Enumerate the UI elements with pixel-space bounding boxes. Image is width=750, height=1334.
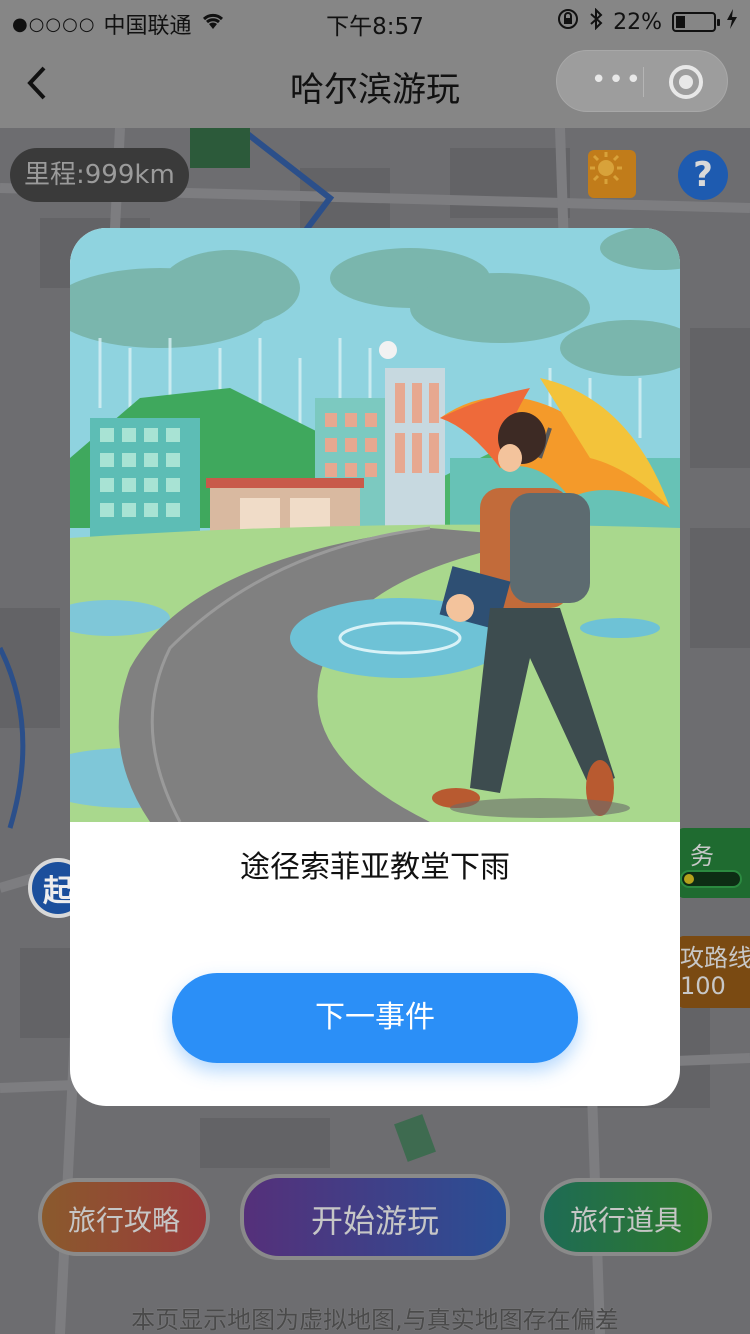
task-label: 务 [690,842,714,870]
status-right: 22% [557,7,738,36]
route-card[interactable]: 攻路线 100 [676,936,750,1008]
map-disclaimer: 本页显示地图为虚拟地图,与真实地图存在偏差 [131,1306,619,1334]
more-button[interactable]: ••• [591,65,643,95]
weather-button[interactable] [588,150,636,198]
mileage-badge: 里程:999km [10,148,189,202]
battery-icon [672,12,720,32]
status-bar: ●○○○○ 中国联通 下午8:57 22% [0,0,750,40]
travel-guide-button[interactable]: 旅行攻略 [38,1178,210,1256]
event-description: 途径索菲亚教堂下雨 [240,850,510,885]
route-count: 100 [680,972,726,1000]
event-modal: 途径索菲亚教堂下雨 下一事件 [70,228,680,1106]
close-target-icon[interactable] [669,65,703,99]
battery-percent: 22% [613,9,662,35]
sun-icon [590,152,622,184]
mini-program-capsule: ••• [556,50,728,112]
next-event-button[interactable]: 下一事件 [172,973,578,1063]
start-play-button[interactable]: 开始游玩 [240,1174,510,1260]
bluetooth-icon [589,7,603,36]
orientation-lock-icon [557,8,579,36]
task-progress-bar [680,870,742,888]
capsule-divider [643,67,644,97]
navigation-bar: 哈尔滨游玩 ••• [0,40,750,128]
rain-event-illustration [70,228,680,822]
help-button[interactable]: ? [678,150,728,200]
route-label: 攻路线 [680,944,750,972]
travel-props-button[interactable]: 旅行道具 [540,1178,712,1256]
charging-icon [726,9,738,35]
